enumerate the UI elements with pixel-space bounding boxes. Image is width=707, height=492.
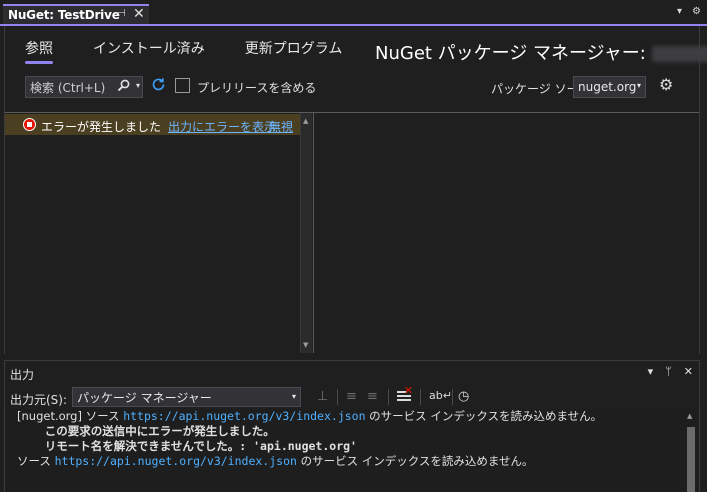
page-title-text: NuGet パッケージ マネージャー: [375, 43, 646, 64]
package-source-value: nuget.org [578, 80, 637, 94]
toolbar-separator [337, 389, 338, 405]
scroll-up-icon[interactable]: ▲ [303, 117, 308, 125]
output-window-controls: ▾ ᛘ ✕ [648, 365, 693, 378]
chevron-down-icon: ▾ [291, 392, 296, 401]
tab-installed[interactable]: インストール済み [93, 38, 205, 58]
tab-nuget-testdrive[interactable]: NuGet: TestDrive ⊣ ✕ [3, 4, 149, 24]
refresh-icon[interactable] [150, 76, 167, 98]
show-errors-link[interactable]: 出力にエラーを表示 [168, 118, 276, 135]
document-tab-strip: NuGet: TestDrive ⊣ ✕ ▾ ⚙ [0, 0, 707, 26]
toolbar-separator [452, 389, 453, 405]
gear-icon[interactable]: ⚙ [692, 6, 701, 17]
output-source-select[interactable]: パッケージ マネージャー ▾ [72, 387, 301, 407]
toolbar-separator [388, 389, 389, 405]
output-line: リモート名を解決できませんでした。: 'api.nuget.org' [17, 439, 357, 453]
output-scrollbar[interactable]: ▲ [683, 409, 699, 492]
tab-updates[interactable]: 更新プログラム [245, 38, 343, 58]
clear-all-icon[interactable]: ✕ [397, 384, 413, 402]
next-message-icon[interactable]: ≡ [367, 389, 378, 404]
error-icon [23, 118, 36, 131]
tab-title: NuGet: TestDrive [8, 8, 120, 22]
output-title: 出力 [10, 368, 35, 382]
dropdown-icon[interactable]: ▾ [677, 6, 682, 17]
output-source-value: パッケージ マネージャー [77, 390, 212, 405]
find-message-icon[interactable]: ⊥ [317, 389, 328, 404]
nav-tabs: 参照 インストール済み 更新プログラム [25, 38, 343, 64]
word-wrap-icon[interactable]: ab↵ [429, 389, 452, 402]
search-dropdown-icon[interactable]: ▾ [136, 81, 140, 90]
page-title: NuGet パッケージ マネージャー: [375, 39, 707, 65]
package-list-scrollbar[interactable]: ▲ ▼ [300, 113, 312, 353]
output-text-area[interactable]: [nuget.org] ソース https://api.nuget.org/v3… [5, 409, 683, 492]
settings-gear-icon[interactable]: ⚙ [659, 75, 673, 94]
chevron-down-icon: ▾ [636, 81, 641, 90]
search-icon[interactable] [117, 79, 130, 96]
scroll-up-icon[interactable]: ▲ [687, 412, 692, 420]
nuget-package-manager: 参照 インストール済み 更新プログラム NuGet パッケージ マネージャー: … [4, 26, 707, 354]
previous-message-icon[interactable]: ≡ [346, 389, 357, 404]
package-details-pane [317, 113, 699, 353]
scroll-down-icon[interactable]: ▼ [303, 341, 308, 349]
output-line: ソース https://api.nuget.org/v3/index.json … [17, 454, 534, 468]
scrollbar-thumb[interactable] [687, 427, 695, 492]
strip-controls: ▾ ⚙ [677, 6, 701, 17]
close-icon[interactable]: ✕ [133, 6, 145, 22]
output-line: [nuget.org] ソース https://api.nuget.org/v3… [17, 409, 603, 423]
error-message: エラーが発生しました [41, 120, 162, 134]
package-source-select[interactable]: nuget.org ▾ [573, 76, 646, 98]
tab-browse[interactable]: 参照 [25, 38, 53, 64]
clock-icon[interactable]: ◷ [458, 389, 469, 404]
package-list-pane: エラーが発生しました 出力にエラーを表示 無視 [5, 113, 300, 353]
prerelease-label: プレリリースを含める [197, 81, 317, 95]
dropdown-icon[interactable]: ▾ [648, 365, 654, 378]
error-infobar: エラーが発生しました 出力にエラーを表示 無視 [5, 114, 300, 135]
prerelease-checkbox[interactable] [175, 78, 190, 93]
redacted-project-name [651, 46, 707, 62]
pin-icon[interactable]: ⊣ [117, 8, 126, 19]
output-line: この要求の送信中にエラーが発生しました。 [17, 424, 275, 438]
toolbar-separator [420, 389, 421, 405]
ignore-link[interactable]: 無視 [269, 118, 293, 135]
search-input[interactable]: 検索 (Ctrl+L) ▾ [25, 76, 143, 98]
output-source-label: 出力元(S): [10, 393, 68, 407]
search-placeholder: 検索 (Ctrl+L) [30, 80, 106, 95]
close-icon[interactable]: ✕ [684, 365, 693, 378]
output-window: 出力 ▾ ᛘ ✕ 出力元(S): パッケージ マネージャー ▾ ⊥ ≡ ≡ ✕ … [4, 360, 700, 492]
pin-icon[interactable]: ᛘ [665, 365, 672, 378]
